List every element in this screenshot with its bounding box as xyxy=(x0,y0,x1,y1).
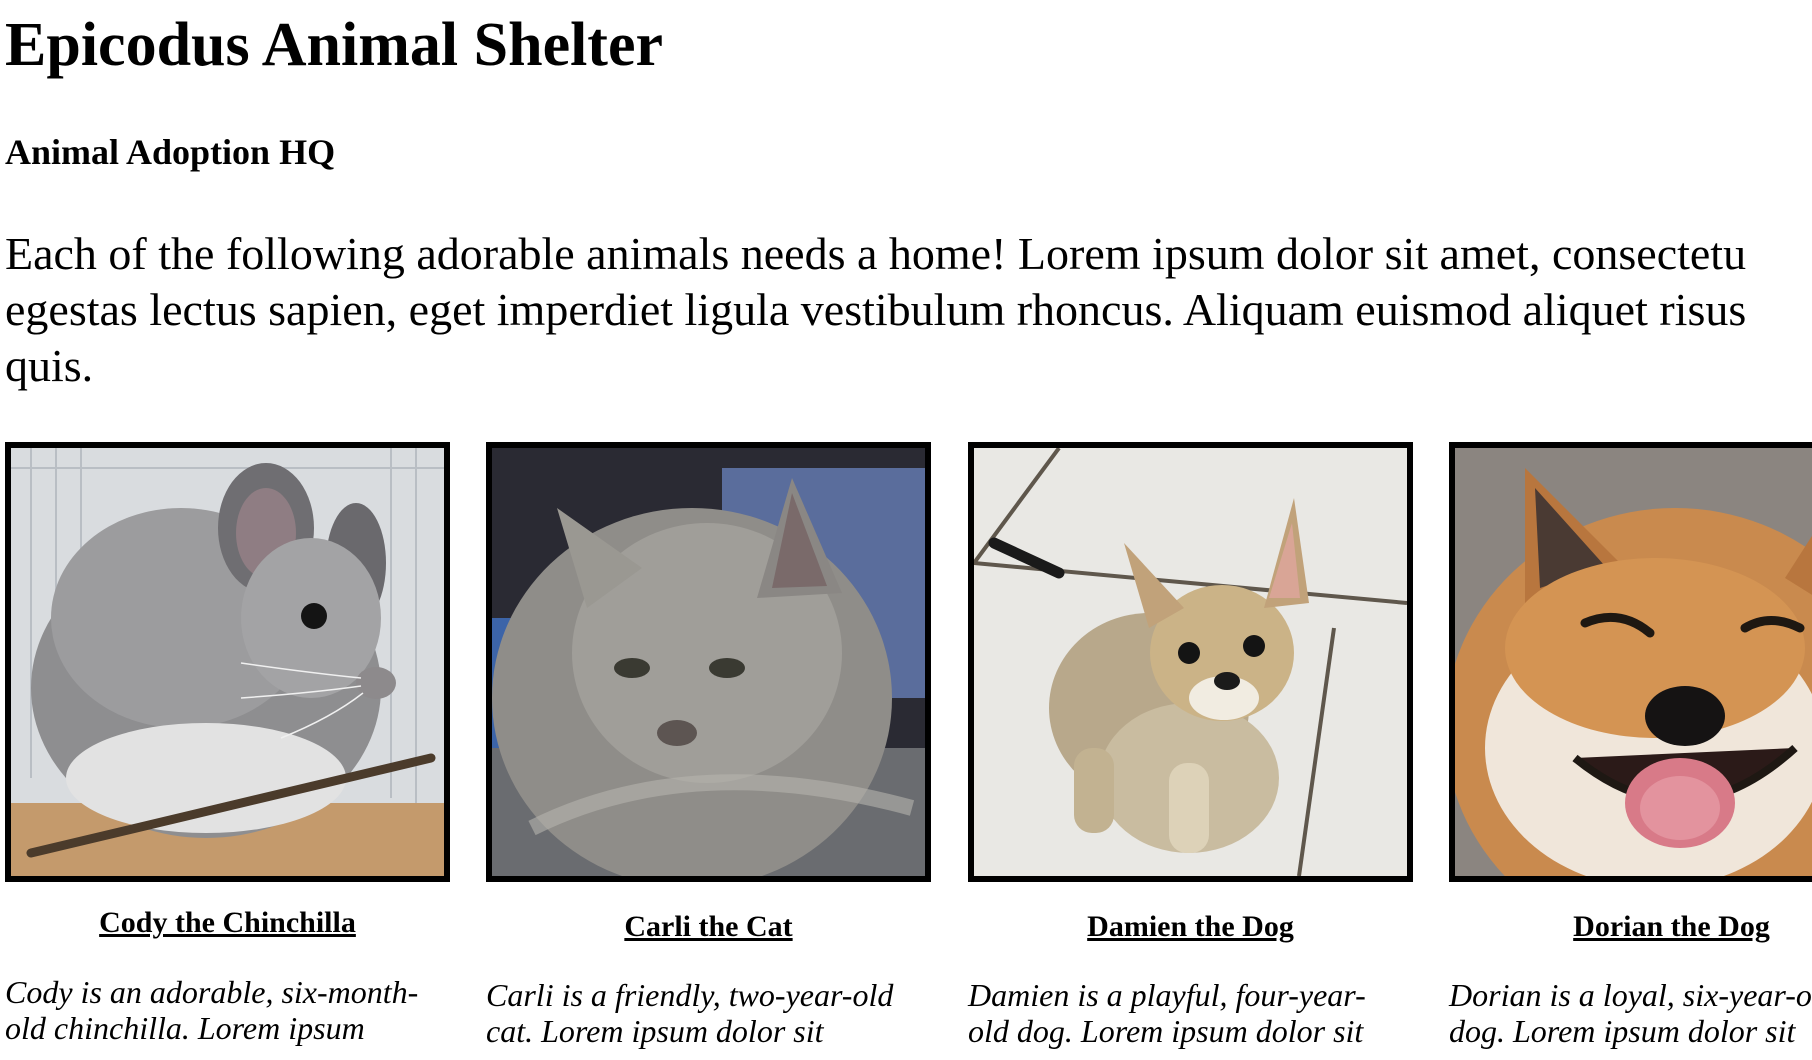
animal-description-line: Damien is a playful, four-year- xyxy=(968,977,1366,1013)
animal-description: Carli is a friendly, two-year-old cat. L… xyxy=(486,977,916,1049)
animal-name-link[interactable]: Cody the Chinchilla xyxy=(5,908,450,938)
animal-description: Damien is a playful, four-year- old dog.… xyxy=(968,977,1398,1049)
animal-name-link[interactable]: Dorian the Dog xyxy=(1449,912,1812,942)
animal-card-shiba: Dorian the Dog Dorian is a loyal, six-ye… xyxy=(1449,0,1812,1060)
chinchilla-image xyxy=(11,448,444,876)
animal-description: Cody is an adorable, six-month- old chin… xyxy=(5,974,435,1046)
animal-name-link[interactable]: Carli the Cat xyxy=(486,912,931,942)
animal-description-line: Carli is a friendly, two-year-old xyxy=(486,977,894,1013)
dog-photo xyxy=(1449,442,1812,882)
animal-card-cat: Carli the Cat Carli is a friendly, two-y… xyxy=(486,0,931,1060)
animal-description-line: Cody is an adorable, six-month- xyxy=(5,974,419,1010)
animal-name-link[interactable]: Damien the Dog xyxy=(968,912,1413,942)
cat-photo xyxy=(486,442,931,882)
dog-photo xyxy=(968,442,1413,882)
animal-card-chihuahua: Damien the Dog Damien is a playful, four… xyxy=(968,0,1413,1060)
cat-image xyxy=(492,448,925,876)
page: Epicodus Animal Shelter Animal Adoption … xyxy=(0,0,1812,1060)
animal-description: Dorian is a loyal, six-year-o dog. Lorem… xyxy=(1449,977,1812,1049)
chinchilla-photo xyxy=(5,442,450,882)
animal-description-line: old dog. Lorem ipsum dolor sit xyxy=(968,1013,1364,1049)
animal-description-line: old chinchilla. Lorem ipsum xyxy=(5,1010,365,1046)
animal-description-line: dog. Lorem ipsum dolor sit xyxy=(1449,1013,1796,1049)
chihuahua-image xyxy=(974,448,1407,876)
shiba-image xyxy=(1455,448,1812,876)
animal-card-chinchilla: Cody the Chinchilla Cody is an adorable,… xyxy=(5,0,450,1060)
animal-description-line: cat. Lorem ipsum dolor sit xyxy=(486,1013,824,1049)
animal-description-line: Dorian is a loyal, six-year-o xyxy=(1449,977,1812,1013)
